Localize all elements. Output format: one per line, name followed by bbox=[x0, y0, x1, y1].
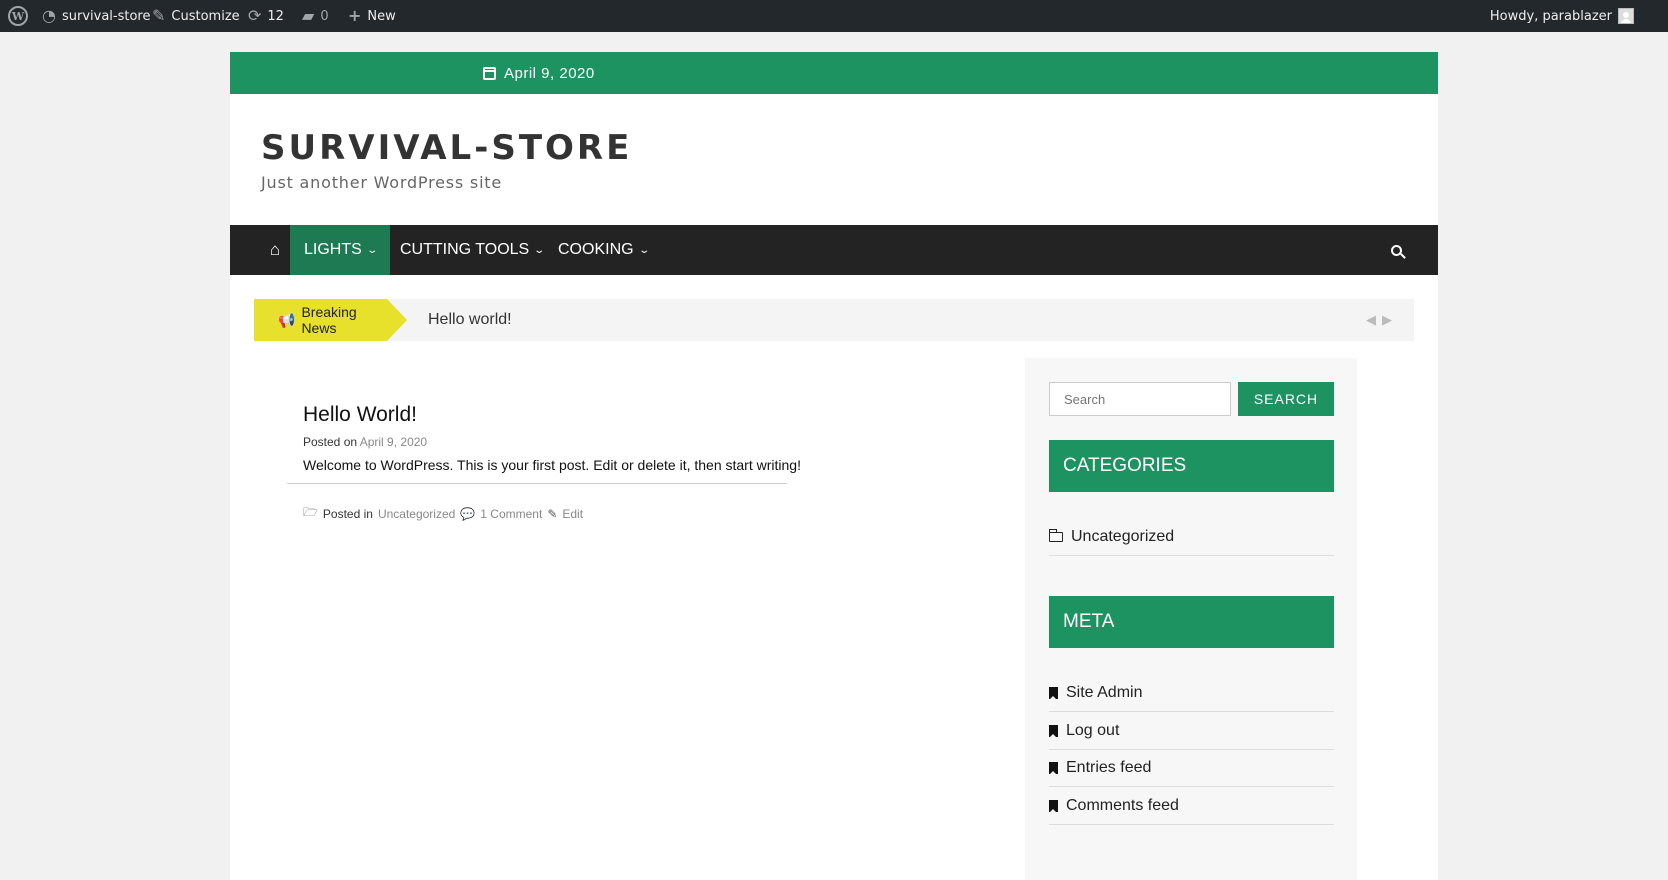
customize-label: Customize bbox=[171, 8, 240, 24]
category-item[interactable]: Uncategorized bbox=[1048, 518, 1334, 556]
post-excerpt: Welcome to WordPress. This is your first… bbox=[303, 457, 801, 473]
ticker-controls: ◀ ▶ bbox=[1366, 299, 1392, 341]
brush-icon: ✎ bbox=[152, 6, 166, 25]
post-divider bbox=[287, 483, 787, 484]
category-link[interactable]: Uncategorized bbox=[378, 507, 455, 521]
ticker-headline[interactable]: Hello world! bbox=[428, 299, 512, 341]
page-container: April 9, 2020 SURVIVAL-STORE Just anothe… bbox=[230, 52, 1438, 880]
sidebar: SEARCH CATEGORIES Uncategorized META Sit… bbox=[1025, 358, 1357, 880]
posted-on-label: Posted on bbox=[303, 435, 358, 449]
meta-link-site-admin[interactable]: Site Admin bbox=[1049, 674, 1334, 712]
nav-item-label: COOKING bbox=[558, 241, 634, 258]
nav-item-cooking[interactable]: COOKING ⌄ bbox=[558, 225, 650, 275]
breaking-news-label: 📢 Breaking News bbox=[254, 299, 407, 341]
comments-count: 0 bbox=[320, 8, 329, 24]
comments-link[interactable]: 1 Comment bbox=[480, 507, 542, 521]
plus-icon: + bbox=[348, 6, 362, 25]
header-date: April 9, 2020 bbox=[483, 52, 595, 94]
post-date-link[interactable]: April 9, 2020 bbox=[360, 435, 427, 449]
site-name-label: survival-store bbox=[61, 8, 151, 24]
site-title[interactable]: SURVIVAL-STORE bbox=[261, 128, 632, 168]
edit-link[interactable]: Edit bbox=[562, 507, 583, 521]
folder-open-icon: 🗁 bbox=[303, 505, 318, 519]
top-bar: April 9, 2020 bbox=[230, 52, 1438, 94]
wordpress-logo-button[interactable]: W bbox=[8, 0, 28, 32]
meta-link-label: Comments feed bbox=[1066, 796, 1179, 814]
customize-link[interactable]: ✎ Customize bbox=[152, 0, 240, 32]
bookmark-icon bbox=[1049, 761, 1058, 775]
meta-link-comments-feed[interactable]: Comments feed bbox=[1049, 787, 1334, 825]
search-input[interactable] bbox=[1049, 382, 1231, 416]
site-name-link[interactable]: ◔ survival-store bbox=[42, 0, 150, 32]
bookmark-icon bbox=[1049, 686, 1058, 700]
site-tagline: Just another WordPress site bbox=[261, 173, 503, 192]
wordpress-icon: W bbox=[8, 6, 28, 26]
post-meta: Posted on April 9, 2020 bbox=[303, 435, 427, 449]
folder-icon bbox=[1048, 528, 1063, 542]
caret-left-icon[interactable]: ◀ bbox=[1366, 312, 1376, 328]
comments-link[interactable]: ▰ 0 bbox=[302, 0, 329, 32]
dashboard-icon: ◔ bbox=[42, 6, 56, 25]
chevron-down-icon: ⌄ bbox=[366, 244, 378, 256]
new-label: New bbox=[367, 8, 396, 24]
breaking-news-text: Breaking News bbox=[301, 304, 357, 336]
search-button[interactable]: SEARCH bbox=[1238, 382, 1334, 416]
categories-widget-title: CATEGORIES bbox=[1049, 440, 1334, 492]
new-content-link[interactable]: + New bbox=[348, 0, 396, 32]
comment-icon: ▰ bbox=[302, 6, 315, 25]
bookmark-icon bbox=[1049, 799, 1058, 813]
posted-in-label: Posted in bbox=[322, 506, 373, 521]
updates-count: 12 bbox=[267, 8, 284, 24]
chevron-down-icon: ⌄ bbox=[533, 244, 546, 256]
post-footer: 🗁 Posted in Uncategorized 💬 1 Comment ✎ … bbox=[303, 503, 583, 524]
edit-icon: ✎ bbox=[547, 506, 558, 521]
nav-search-button[interactable] bbox=[1391, 225, 1402, 275]
caret-right-icon[interactable]: ▶ bbox=[1382, 312, 1392, 328]
meta-widget-title: META bbox=[1049, 596, 1334, 648]
refresh-icon: ⟳ bbox=[248, 6, 262, 25]
meta-link-label: Site Admin bbox=[1066, 683, 1143, 701]
howdy-label: Howdy, parablazer bbox=[1489, 8, 1612, 24]
meta-link-entries-feed[interactable]: Entries feed bbox=[1049, 749, 1334, 787]
admin-bar: W ◔ survival-store ✎ Customize ⟳ 12 ▰ 0 … bbox=[0, 0, 1668, 32]
comment-icon: 💬 bbox=[460, 506, 476, 521]
meta-link-log-out[interactable]: Log out bbox=[1049, 712, 1334, 750]
meta-link-label: Entries feed bbox=[1066, 758, 1152, 776]
breaking-news-ticker: 📢 Breaking News Hello world! ◀ ▶ bbox=[254, 299, 1414, 341]
account-menu[interactable]: Howdy, parablazer bbox=[1490, 0, 1634, 32]
megaphone-icon: 📢 bbox=[278, 311, 296, 328]
updates-link[interactable]: ⟳ 12 bbox=[248, 0, 284, 32]
post-title[interactable]: Hello World! bbox=[303, 403, 417, 427]
category-label: Uncategorized bbox=[1071, 527, 1175, 545]
avatar bbox=[1618, 8, 1634, 24]
nav-item-label: LIGHTS bbox=[304, 241, 362, 258]
main-nav: ⌂ LIGHTS ⌄ CUTTING TOOLS ⌄ COOKING ⌄ bbox=[230, 225, 1438, 275]
bookmark-icon bbox=[1049, 724, 1058, 738]
header-date-label: April 9, 2020 bbox=[504, 64, 595, 82]
calendar-icon bbox=[483, 66, 496, 80]
nav-item-lights[interactable]: LIGHTS ⌄ bbox=[290, 225, 391, 275]
meta-link-label: Log out bbox=[1066, 721, 1120, 739]
nav-item-cutting-tools[interactable]: CUTTING TOOLS ⌄ bbox=[400, 225, 546, 275]
chevron-down-icon: ⌄ bbox=[637, 244, 650, 256]
nav-item-label: CUTTING TOOLS bbox=[400, 241, 530, 258]
search-icon bbox=[1391, 244, 1402, 256]
